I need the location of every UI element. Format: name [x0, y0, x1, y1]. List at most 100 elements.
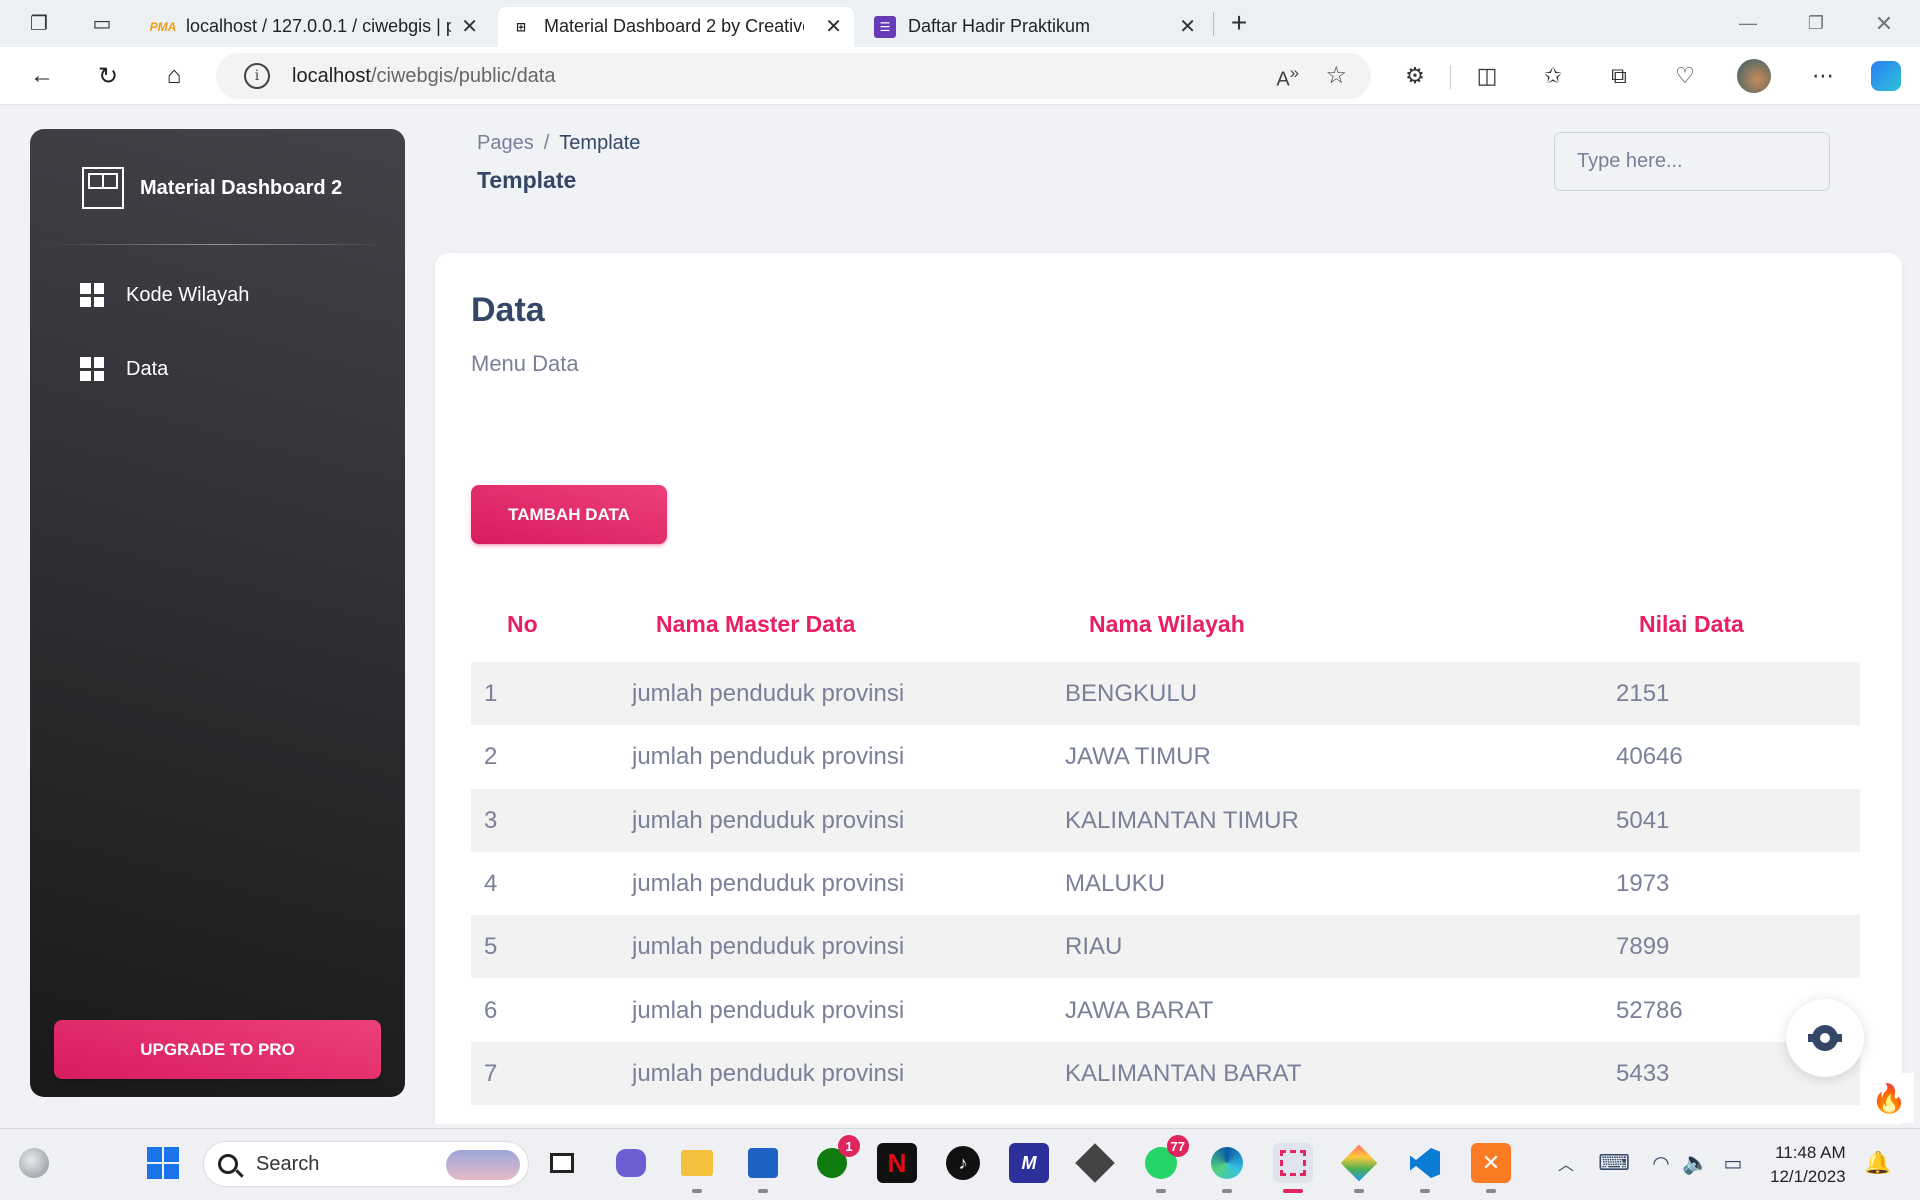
running-indicator: [1354, 1189, 1364, 1193]
cell-no: 3: [484, 806, 498, 834]
search-icon: [218, 1154, 238, 1174]
chat-icon[interactable]: [611, 1143, 651, 1183]
volume-icon[interactable]: 🔈: [1676, 1143, 1716, 1183]
brand[interactable]: Material Dashboard 2: [82, 167, 342, 209]
table-header: No Nama Master Data Nama Wilayah Nilai D…: [471, 593, 1860, 656]
cell-master: jumlah penduduk provinsi: [632, 869, 905, 897]
column-header-master: Nama Master Data: [656, 611, 856, 637]
start-icon[interactable]: [143, 1143, 183, 1183]
tab-actions-icon[interactable]: ▭: [81, 2, 123, 44]
close-window-icon[interactable]: ✕: [1850, 0, 1918, 47]
minimize-icon[interactable]: —: [1714, 0, 1782, 47]
sidebar-divider: [46, 244, 389, 245]
cell-wilayah: KALIMANTAN BARAT: [1065, 1059, 1302, 1087]
edge-icon[interactable]: [1207, 1143, 1247, 1193]
browser-tab-bar: ❐ ▭ PMA localhost / 127.0.0.1 / ciwebgis…: [0, 0, 1920, 47]
snipping-tool-icon[interactable]: [1273, 1143, 1313, 1193]
page-title: Template: [477, 167, 577, 193]
cell-master: jumlah penduduk provinsi: [632, 1059, 905, 1087]
cell-no: 5: [484, 932, 498, 960]
new-tab-icon[interactable]: +: [1218, 2, 1260, 44]
dashboard-icon: ⊞: [515, 19, 527, 34]
xbox-icon[interactable]: 1: [812, 1135, 860, 1183]
battery-icon[interactable]: ▭: [1713, 1143, 1753, 1183]
tiktok-icon[interactable]: ♪: [943, 1143, 983, 1183]
cell-master: jumlah penduduk provinsi: [632, 742, 905, 770]
card-title: Data: [471, 291, 545, 329]
site-info-icon[interactable]: i: [244, 63, 270, 89]
running-indicator: [1420, 1189, 1430, 1193]
whatsapp-icon[interactable]: 77: [1141, 1135, 1189, 1193]
column-header-no: No: [507, 611, 538, 637]
close-tab-icon[interactable]: ✕: [815, 14, 842, 39]
extensions-icon[interactable]: ⚙: [1395, 56, 1435, 96]
upgrade-button[interactable]: UPGRADE TO PRO: [54, 1020, 381, 1079]
task-view-icon[interactable]: [542, 1143, 582, 1183]
data-table: No Nama Master Data Nama Wilayah Nilai D…: [471, 593, 1860, 1105]
clock-time: 11:48 AM: [1775, 1143, 1846, 1162]
copilot-icon[interactable]: [1866, 56, 1906, 96]
add-data-button[interactable]: TAMBAH DATA: [471, 485, 667, 544]
xampp-icon[interactable]: ✕: [1471, 1143, 1511, 1193]
weather-widget-icon[interactable]: [14, 1143, 54, 1183]
clock[interactable]: 11:48 AM 12/1/2023: [1770, 1141, 1846, 1189]
restore-icon[interactable]: ❐: [1782, 0, 1850, 47]
favorite-star-icon[interactable]: ☆: [1325, 61, 1347, 90]
store-icon[interactable]: [743, 1143, 783, 1193]
cell-wilayah: RIAU: [1065, 932, 1123, 960]
mathway-icon[interactable]: M: [1009, 1143, 1049, 1183]
keyboard-icon[interactable]: ⌨: [1594, 1143, 1634, 1183]
close-tab-icon[interactable]: ✕: [1169, 14, 1196, 39]
cell-master: jumlah penduduk provinsi: [632, 679, 905, 707]
split-screen-icon[interactable]: ◫: [1467, 56, 1507, 96]
wifi-icon[interactable]: ◠: [1641, 1143, 1681, 1183]
tab-daftar-hadir[interactable]: ☰ Daftar Hadir Praktikum ✕: [862, 7, 1208, 47]
configurator-button[interactable]: [1786, 999, 1864, 1077]
running-indicator: [1156, 1189, 1166, 1193]
brand-name: Material Dashboard 2: [140, 176, 343, 199]
breadcrumb-root[interactable]: Pages: [477, 132, 534, 154]
vscode-icon[interactable]: [1405, 1143, 1445, 1193]
sidebar: Material Dashboard 2 Kode Wilayah Data U…: [30, 129, 405, 1097]
taskbar-search[interactable]: Search: [203, 1141, 529, 1187]
netflix-icon[interactable]: N: [877, 1143, 917, 1183]
unity-icon[interactable]: [1075, 1143, 1115, 1183]
url-field[interactable]: i localhost/ciwebgis/public/data A» ☆: [216, 53, 1371, 99]
cell-nilai: 40646: [1616, 742, 1683, 770]
cell-no: 7: [484, 1059, 498, 1087]
xbox-badge: 1: [838, 1135, 860, 1157]
page-viewport: Material Dashboard 2 Kode Wilayah Data U…: [6, 106, 1914, 1124]
home-icon[interactable]: ⌂: [152, 54, 196, 98]
cell-wilayah: JAWA BARAT: [1065, 996, 1214, 1024]
more-menu-icon[interactable]: ⋯: [1803, 56, 1843, 96]
sidebar-item-data[interactable]: Data: [46, 344, 389, 394]
sidebar-item-label: Kode Wilayah: [126, 283, 250, 306]
refresh-icon[interactable]: ↻: [86, 54, 130, 98]
cell-nilai: 1973: [1616, 869, 1670, 897]
notification-bell-icon[interactable]: 🔔: [1858, 1143, 1898, 1183]
show-hidden-icons[interactable]: ︿: [1546, 1143, 1586, 1183]
tab-material-dashboard[interactable]: ⊞ Material Dashboard 2 by Creative Tim ✕: [498, 6, 854, 47]
data-card: Data Menu Data TAMBAH DATA No Nama Maste…: [435, 253, 1902, 1124]
cell-master: jumlah penduduk provinsi: [632, 806, 905, 834]
cell-wilayah: KALIMANTAN TIMUR: [1065, 806, 1299, 834]
file-explorer-icon[interactable]: [677, 1143, 717, 1193]
sidebar-item-kode-wilayah[interactable]: Kode Wilayah: [46, 270, 389, 320]
gear-icon: [1808, 1025, 1842, 1051]
workspaces-icon[interactable]: ❐: [18, 2, 60, 44]
running-indicator: [758, 1189, 768, 1193]
search-input[interactable]: [1554, 132, 1830, 191]
browser-essentials-icon[interactable]: ♡: [1665, 56, 1705, 96]
url-text[interactable]: localhost/ciwebgis/public/data: [292, 65, 556, 88]
profile-avatar[interactable]: [1734, 56, 1774, 96]
git-icon[interactable]: [1339, 1143, 1379, 1193]
collections-icon[interactable]: ⧉: [1599, 56, 1639, 96]
close-tab-icon[interactable]: ✕: [451, 14, 478, 39]
tab-phpmyadmin[interactable]: PMA localhost / 127.0.0.1 / ciwebgis | p…: [140, 7, 490, 47]
taskbar: Search 1 N ♪ M 77 ✕ ︿ ⌨ ◠ 🔈 ▭ 11:48 AM 1…: [0, 1128, 1920, 1200]
table-row: 6 jumlah penduduk provinsi JAWA BARAT 52…: [471, 979, 1860, 1042]
back-icon[interactable]: ←: [20, 54, 64, 98]
favorites-icon[interactable]: ✩: [1533, 56, 1573, 96]
flame-icon[interactable]: 🔥: [1864, 1073, 1914, 1123]
read-aloud-icon[interactable]: A»: [1276, 63, 1299, 92]
